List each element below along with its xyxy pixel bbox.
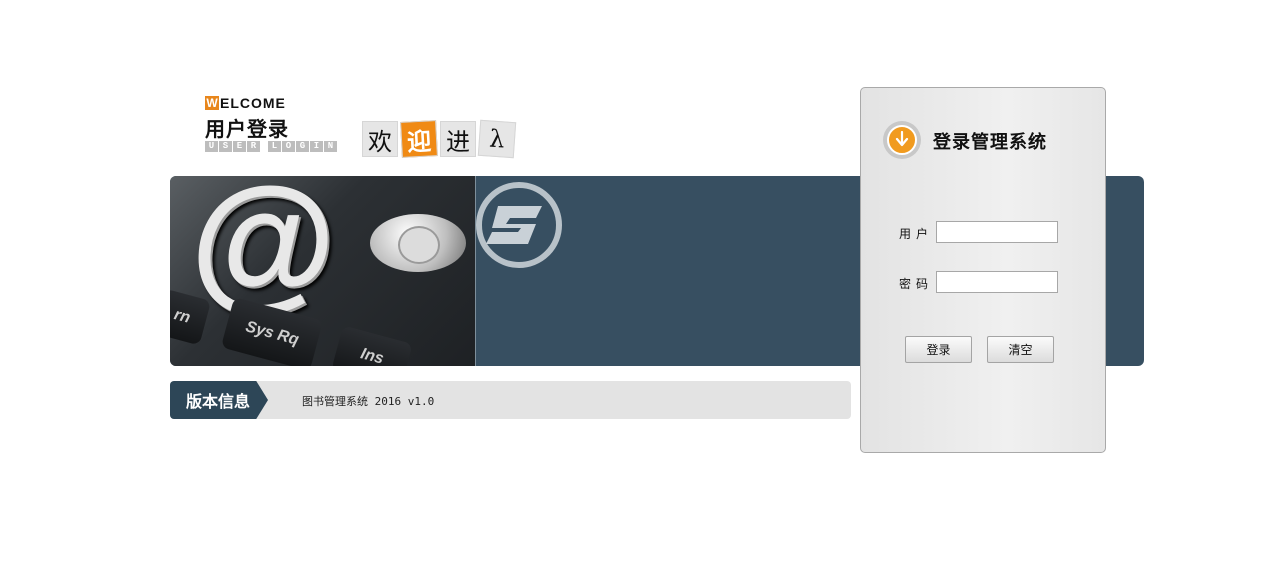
welcome-char-highlight: 迎 bbox=[400, 120, 438, 158]
letter-tile: S bbox=[219, 141, 232, 152]
welcome-rest: ELCOME bbox=[220, 95, 286, 111]
welcome-char: 进 bbox=[440, 121, 476, 157]
login-panel: 登录管理系统 用户 密码 登录 清空 bbox=[860, 87, 1106, 453]
letter-tile: G bbox=[296, 141, 309, 152]
letter-tile: N bbox=[324, 141, 337, 152]
username-label: 用户 bbox=[899, 227, 934, 241]
keycap: Ins bbox=[331, 325, 413, 366]
welcome-char: 欢 bbox=[362, 121, 398, 157]
welcome-initial: W bbox=[205, 96, 219, 110]
login-title: 登录管理系统 bbox=[933, 132, 1047, 153]
letter-tile: L bbox=[268, 141, 281, 152]
letter-tile: R bbox=[247, 141, 260, 152]
version-text: 图书管理系统 2016 v1.0 bbox=[302, 395, 435, 408]
welcome-banner-chars: 欢 迎 进 λ bbox=[362, 119, 518, 159]
password-label: 密码 bbox=[899, 277, 934, 291]
letter-tile: E bbox=[233, 141, 246, 152]
letter-tile: O bbox=[282, 141, 295, 152]
letter-tile: I bbox=[310, 141, 323, 152]
clear-button[interactable]: 清空 bbox=[987, 336, 1054, 363]
version-info-bar: 版本信息 图书管理系统 2016 v1.0 bbox=[170, 381, 851, 419]
user-login-subtitle: U S E R L O G I N bbox=[205, 141, 338, 152]
letter-gap bbox=[261, 141, 267, 152]
user-login-title: 用户登录 bbox=[205, 117, 289, 141]
welcome-heading: W ELCOME bbox=[205, 95, 286, 111]
download-arrow-icon bbox=[883, 121, 921, 159]
version-tab: 版本信息 bbox=[170, 381, 268, 419]
password-input[interactable] bbox=[936, 271, 1058, 293]
welcome-char: λ bbox=[477, 119, 517, 159]
username-input[interactable] bbox=[936, 221, 1058, 243]
s-logo-icon bbox=[476, 182, 562, 268]
welcome-logo: W ELCOME 用户登录 U S E R L O G I N bbox=[205, 95, 353, 159]
letter-tile: U bbox=[205, 141, 218, 152]
power-button-icon bbox=[370, 214, 466, 272]
login-button[interactable]: 登录 bbox=[905, 336, 972, 363]
keyboard-photo: @ rn Sys Rq Ins bbox=[170, 176, 475, 366]
